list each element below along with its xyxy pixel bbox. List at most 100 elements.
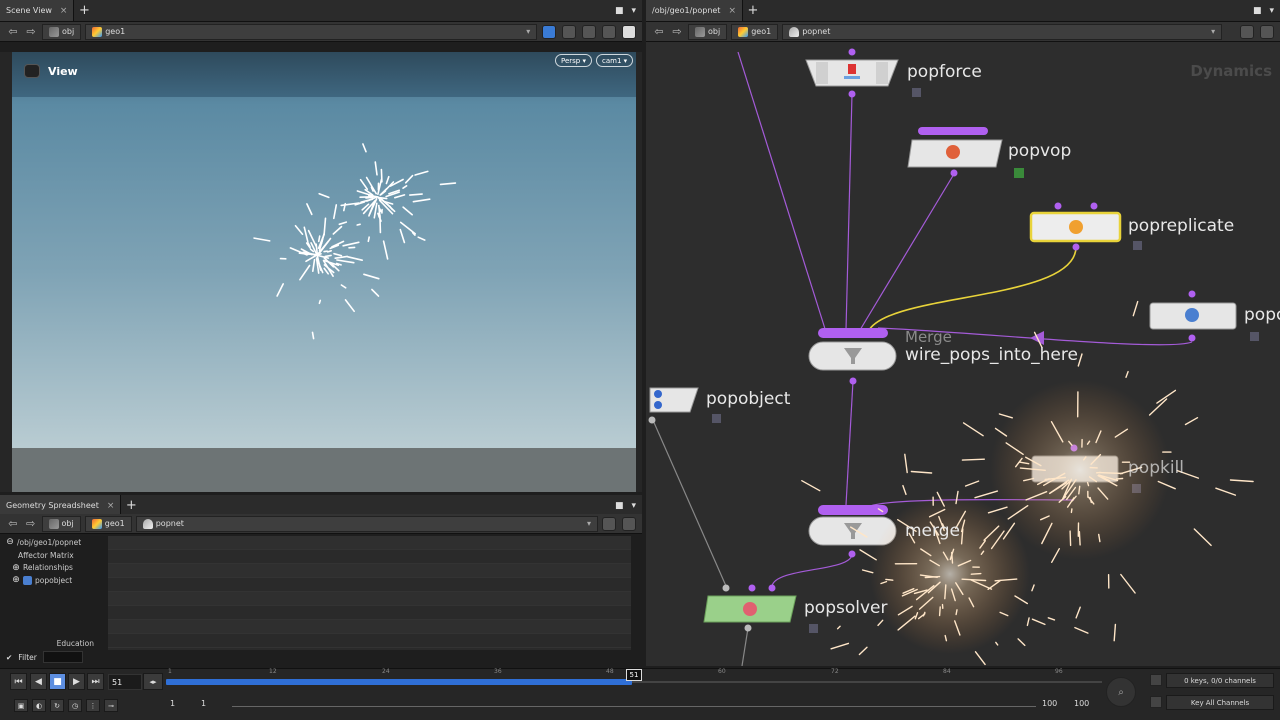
vop-network-icon[interactable] xyxy=(1014,168,1024,178)
crumb-geo1[interactable]: geo1 xyxy=(84,515,132,532)
add-tab-button[interactable]: + xyxy=(743,0,763,21)
tab-scene-view[interactable]: Scene View × xyxy=(0,0,75,21)
node-input-dot[interactable] xyxy=(1090,202,1098,210)
streak-line xyxy=(1229,479,1254,483)
lock-icon[interactable] xyxy=(1133,241,1142,250)
node-input-dot[interactable] xyxy=(1054,202,1062,210)
clock-icon[interactable]: ◷ xyxy=(68,699,82,712)
node-input-dot[interactable] xyxy=(848,48,856,56)
node-output-dot[interactable] xyxy=(848,550,856,558)
streak-line xyxy=(332,204,338,220)
add-tab-button[interactable]: + xyxy=(121,495,141,516)
pane-menu-icon[interactable]: ■ xyxy=(1253,6,1262,16)
wire xyxy=(771,553,853,587)
node-input-dot[interactable] xyxy=(748,584,756,592)
chevron-down-icon[interactable]: ▾ xyxy=(526,27,530,36)
streak-line xyxy=(362,143,367,153)
add-tab-button[interactable]: + xyxy=(74,0,94,21)
back-arrow-icon[interactable]: ⇦ xyxy=(652,25,666,38)
node-output-dot[interactable] xyxy=(1188,334,1196,342)
key-channels-icon[interactable] xyxy=(1150,696,1162,708)
realtime-icon[interactable]: ▣ xyxy=(14,699,28,712)
streak-line xyxy=(1017,638,1026,647)
lock-icon[interactable] xyxy=(912,88,921,97)
chevron-down-icon[interactable]: ▾ xyxy=(1211,27,1215,36)
loop-icon[interactable]: ↻ xyxy=(50,699,64,712)
crumb-popnet[interactable]: popnet ▾ xyxy=(782,23,1223,40)
crumb-geo1[interactable]: geo1 xyxy=(731,23,779,40)
viewer-maximize-icon[interactable] xyxy=(622,24,636,39)
tree-item[interactable]: Affector Matrix xyxy=(6,549,98,562)
pane-options-icon[interactable]: ▾ xyxy=(631,6,636,16)
tree-expand-icon[interactable]: ⊕ xyxy=(12,575,20,585)
pane-menu-icon[interactable]: ■ xyxy=(615,501,624,511)
crumb-obj[interactable]: obj xyxy=(41,515,81,532)
tab-geometry-spreadsheet[interactable]: Geometry Spreadsheet × xyxy=(0,495,122,516)
filter-input[interactable] xyxy=(42,651,83,663)
pane-menu-icon[interactable]: ■ xyxy=(615,6,624,16)
range-start-field[interactable]: 1 xyxy=(170,699,175,708)
close-icon[interactable]: × xyxy=(728,6,736,16)
viewport-toolbar-left xyxy=(0,52,12,492)
playhead-marker[interactable]: 51 xyxy=(626,669,642,681)
close-icon[interactable]: × xyxy=(107,501,115,511)
tree-expand-icon[interactable]: ⊖ xyxy=(6,537,14,547)
pin-icon[interactable] xyxy=(602,516,616,531)
playback-end-field[interactable]: 100 xyxy=(1042,699,1057,708)
spreadsheet-grid[interactable] xyxy=(108,536,631,650)
viewer-state-icon[interactable] xyxy=(542,24,556,39)
chevron-down-icon[interactable]: ▾ xyxy=(587,519,591,528)
forward-arrow-icon[interactable]: ⇨ xyxy=(24,517,38,530)
playback-start-field[interactable]: 1 xyxy=(201,699,206,708)
node-input-dot[interactable] xyxy=(768,584,776,592)
viewer-link-icon[interactable] xyxy=(562,24,576,39)
forward-arrow-icon[interactable]: ⇨ xyxy=(670,25,684,38)
crumb-geo1[interactable]: geo1 ▾ xyxy=(85,23,538,40)
crumb-obj[interactable]: obj xyxy=(688,23,728,40)
range-end-field[interactable]: 100 xyxy=(1074,699,1089,708)
close-icon[interactable]: × xyxy=(60,6,68,16)
link-icon[interactable] xyxy=(1260,24,1274,39)
scene-viewport[interactable]: View Persp ▾ cam1 ▾ xyxy=(12,52,636,492)
viewer-display-icon[interactable] xyxy=(602,24,616,39)
network-editor[interactable]: Dynamics popforce popvop popreplicate po… xyxy=(646,42,1280,666)
crumb-obj[interactable]: obj xyxy=(42,23,82,40)
back-arrow-icon[interactable]: ⇦ xyxy=(6,25,20,38)
node-output-dot[interactable] xyxy=(648,416,656,424)
node-input-dot[interactable] xyxy=(722,584,730,592)
key-all-channels-dropdown[interactable]: Key All Channels xyxy=(1166,695,1274,710)
range-slider[interactable] xyxy=(232,706,1036,707)
tab-network[interactable]: /obj/geo1/popnet × xyxy=(646,0,743,21)
pane-options-icon[interactable]: ▾ xyxy=(1269,6,1274,16)
keyframe-icon[interactable] xyxy=(1150,674,1162,686)
node-output-dot[interactable] xyxy=(848,90,856,98)
check-icon[interactable]: ✔ xyxy=(6,653,12,662)
crumb-popnet[interactable]: popnet ▾ xyxy=(135,515,598,532)
range-icon[interactable]: ⋮ xyxy=(86,699,100,712)
tree-expand-icon[interactable]: ⊕ xyxy=(12,563,20,573)
back-arrow-icon[interactable]: ⇦ xyxy=(6,517,20,530)
timeline-track[interactable]: 1 12 24 36 48 60 72 84 96 51 xyxy=(0,668,1110,697)
forward-arrow-icon[interactable]: ⇨ xyxy=(24,25,38,38)
tree-item[interactable]: ⊕ popobject xyxy=(6,574,98,587)
keys-channels-status[interactable]: 0 keys, 0/0 channels xyxy=(1166,673,1274,688)
node-input-dot[interactable] xyxy=(1188,290,1196,298)
node-output-dot[interactable] xyxy=(744,624,752,632)
pin-icon[interactable] xyxy=(1240,24,1254,39)
node-output-dot[interactable] xyxy=(1072,243,1080,251)
lock-icon[interactable] xyxy=(712,414,721,423)
audio-icon[interactable]: ◐ xyxy=(32,699,46,712)
tree-item[interactable]: ⊕ Relationships xyxy=(6,561,98,574)
lock-icon[interactable] xyxy=(1250,332,1259,341)
viewer-snapshot-icon[interactable] xyxy=(582,24,596,39)
tree-item[interactable]: ⊖ /obj/geo1/popnet xyxy=(6,536,98,549)
pane-options-icon[interactable]: ▾ xyxy=(631,501,636,511)
key-icon[interactable]: ⊸ xyxy=(104,699,118,712)
search-icon[interactable]: ⌕ xyxy=(1106,677,1136,707)
streak-line xyxy=(1148,398,1168,416)
streak-line xyxy=(904,453,908,474)
node-output-dot[interactable] xyxy=(849,377,857,385)
lock-icon[interactable] xyxy=(809,624,818,633)
node-output-dot[interactable] xyxy=(950,169,958,177)
link-icon[interactable] xyxy=(622,516,636,531)
